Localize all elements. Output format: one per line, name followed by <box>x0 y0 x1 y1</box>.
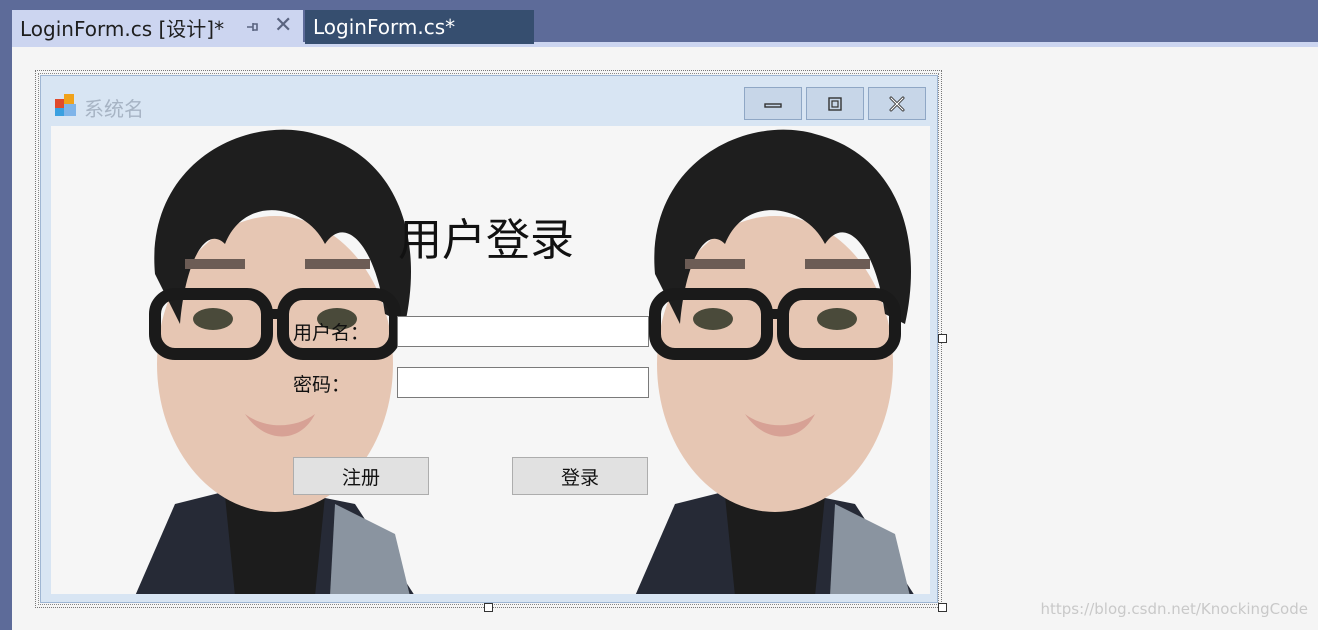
login-heading: 用户登录 <box>398 215 574 266</box>
pin-icon[interactable] <box>244 19 260 39</box>
tab-loginform-code[interactable]: LoginForm.cs* <box>305 10 534 44</box>
tab-label: LoginForm.cs [设计]* <box>20 16 225 41</box>
resize-handle-bottom[interactable] <box>484 603 493 612</box>
resize-handle-bottom-right[interactable] <box>938 603 947 612</box>
close-icon <box>889 96 905 111</box>
login-button[interactable]: 登录 <box>512 457 648 495</box>
minimize-icon <box>764 102 782 108</box>
app-icon <box>55 94 76 116</box>
avatar-illustration-right <box>635 129 914 594</box>
username-input[interactable] <box>397 316 649 347</box>
register-button[interactable]: 注册 <box>293 457 429 495</box>
password-label: 密码： <box>293 374 351 396</box>
close-window-button[interactable] <box>868 87 926 120</box>
password-input[interactable] <box>397 367 649 398</box>
form-titlebar: 系统名 <box>41 76 937 126</box>
avatar-illustration-left <box>135 129 414 594</box>
username-label: 用户名： <box>293 322 370 344</box>
tab-label: LoginForm.cs* <box>313 15 456 39</box>
maximize-button[interactable] <box>806 87 864 120</box>
maximize-icon <box>828 96 842 111</box>
tab-loginform-designer[interactable]: LoginForm.cs [设计]* ✕ <box>12 10 303 44</box>
minimize-button[interactable] <box>744 87 802 120</box>
form-client-area: 用户登录 用户名： 密码： 注册 登录 <box>51 126 930 594</box>
login-form-window[interactable]: 系统名 用户登录 用户名： 密码： 注册 登录 <box>40 75 938 603</box>
form-title: 系统名 <box>84 97 144 121</box>
resize-handle-right[interactable] <box>938 334 947 343</box>
watermark: https://blog.csdn.net/KnockingCode <box>1040 600 1308 618</box>
close-icon[interactable]: ✕ <box>274 13 292 39</box>
ide-left-gutter <box>0 44 12 630</box>
